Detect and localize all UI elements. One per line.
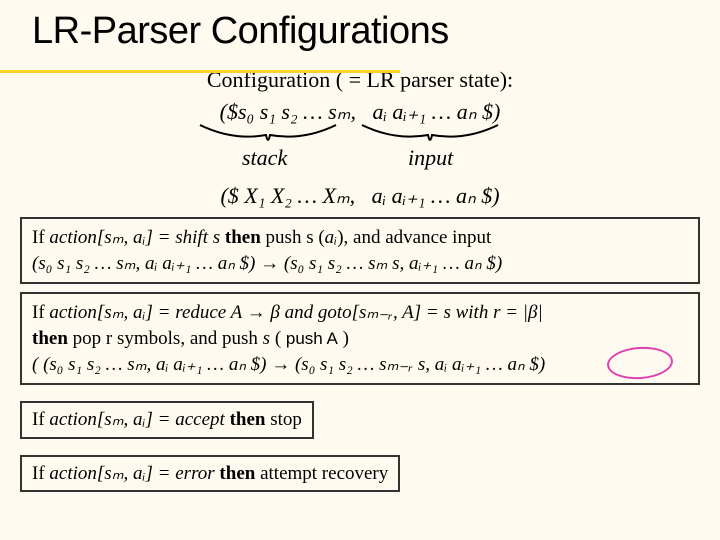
config-tuple: ($s₀ s₁ s₂ … sₘ, aᵢ aᵢ₊₁ … aₙ $) <box>16 99 704 125</box>
cfg-input: aᵢ aᵢ₊₁ … aₙ $) <box>372 99 500 124</box>
page-title: LR-Parser Configurations <box>32 10 704 53</box>
reduce-line3: ( (s₀ s₁ s₂ … sₘ, aᵢ aᵢ₊₁ … aₙ $) → (s₀ … <box>32 352 688 378</box>
reduce-line1: If action[sₘ, aᵢ] = reduce A → β and got… <box>32 300 688 326</box>
brace-right-icon <box>360 123 500 145</box>
brace-left-icon <box>198 123 338 145</box>
title-underline <box>0 70 400 73</box>
shift-line2: (s₀ s₁ s₂ … sₘ, aᵢ aᵢ₊₁ … aₙ $) → (s₀ s₁… <box>32 251 688 277</box>
config-tuple-2: ($ X₁ X₂ … Xₘ, aᵢ aᵢ₊₁ … aₙ $) <box>16 183 704 209</box>
reduce-box: If action[sₘ, aᵢ] = reduce A → β and got… <box>20 292 700 385</box>
cfg2-left: ($ X₁ X₂ … Xₘ, <box>220 183 355 208</box>
cfg2-right: aᵢ aᵢ₊₁ … aₙ $) <box>372 183 500 208</box>
shift-line1: If action[sₘ, aᵢ] = shift s then push s … <box>32 225 688 251</box>
cfg-stack: ($s₀ s₁ s₂ … sₘ, <box>220 99 356 124</box>
error-box: If action[sₘ, aᵢ] = error then attempt r… <box>20 455 400 493</box>
accept-box: If action[sₘ, aᵢ] = accept then stop <box>20 401 314 439</box>
brace-row: stack input <box>16 125 720 173</box>
shift-box: If action[sₘ, aᵢ] = shift s then push s … <box>20 217 700 284</box>
brace-left-label: stack <box>242 145 287 171</box>
brace-right-label: input <box>408 145 453 171</box>
reduce-line2: then pop r symbols, and push s ( push A … <box>32 326 688 352</box>
